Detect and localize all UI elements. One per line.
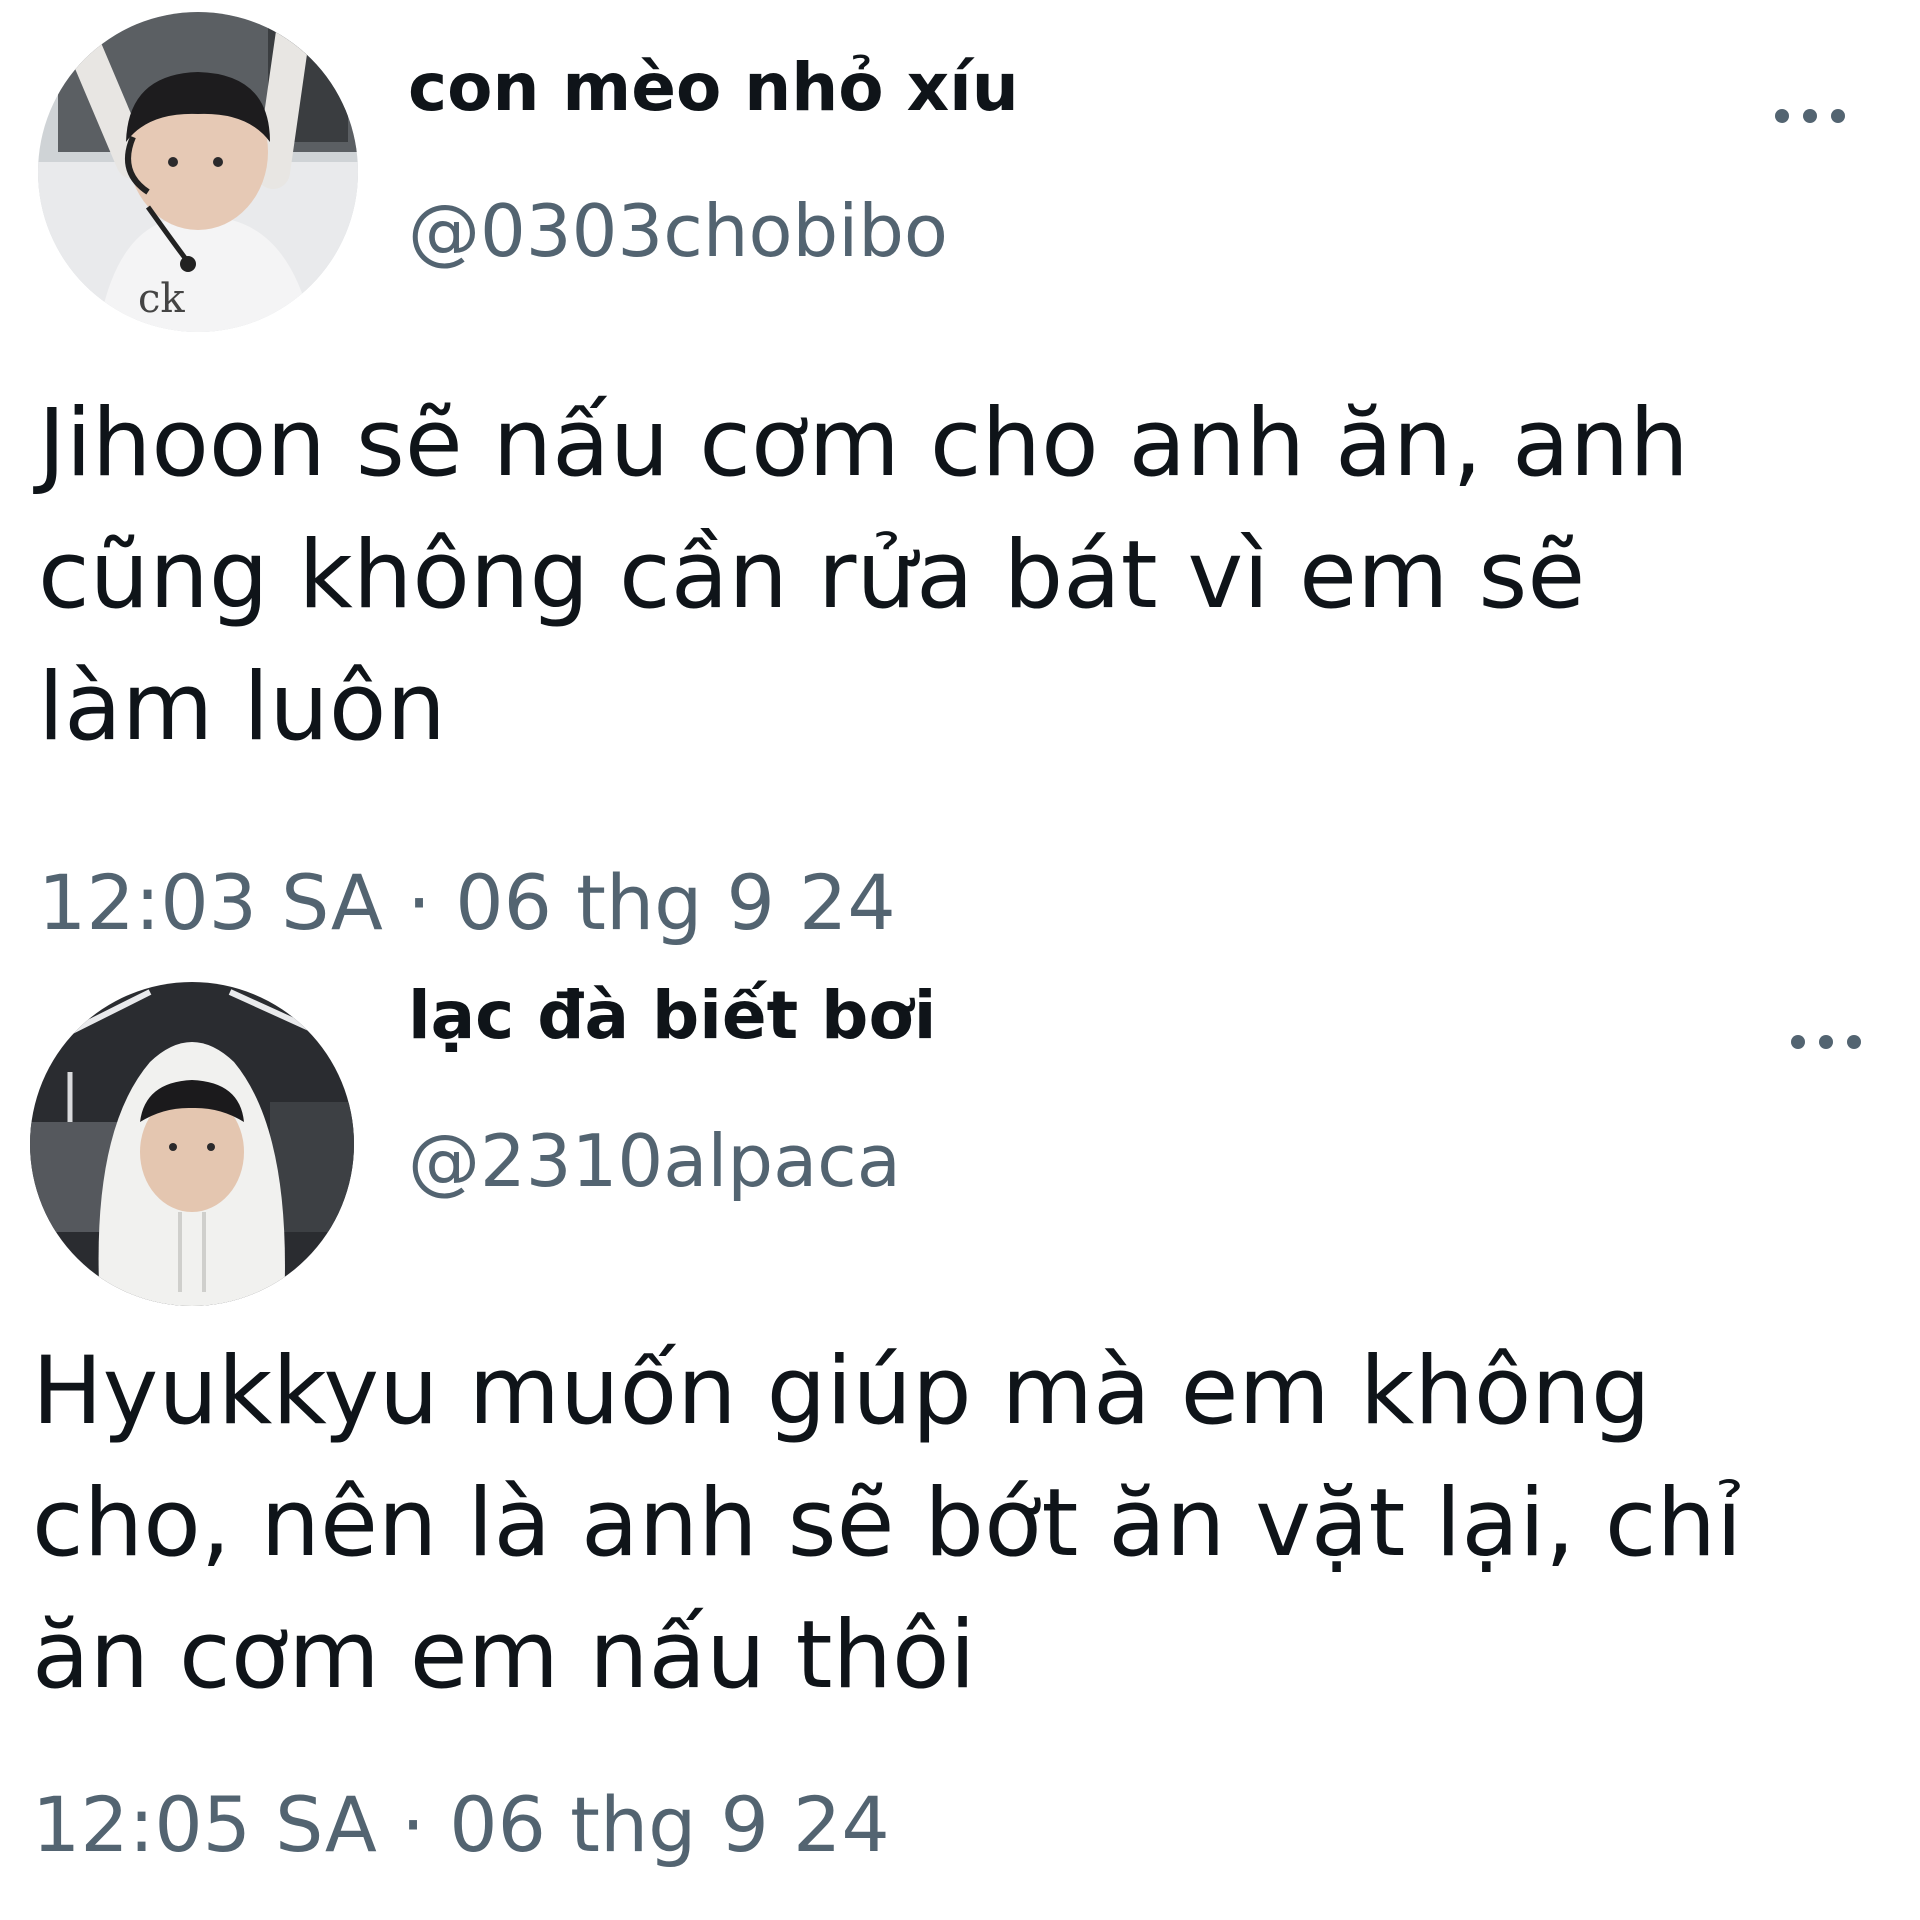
tweet[interactable]: lạc đà biết bơi @2310alpaca Hyukkyu muốn… bbox=[0, 960, 1920, 1920]
display-name[interactable]: lạc đà biết bơi bbox=[408, 976, 936, 1056]
tweet[interactable]: ck con mèo nhỏ xíu @0303chobibo Jihoon s… bbox=[0, 0, 1920, 960]
tweet-timestamp[interactable]: 12:05 SA · 06 thg 9 24 bbox=[32, 1780, 890, 1870]
avatar[interactable] bbox=[30, 982, 354, 1306]
tweet-text: Jihoon sẽ nấu cơm cho anh ăn, anh cũng k… bbox=[38, 389, 1689, 762]
user-handle[interactable]: @2310alpaca bbox=[408, 1118, 901, 1204]
svg-text:ck: ck bbox=[138, 276, 185, 322]
more-horizontal-icon bbox=[1775, 109, 1845, 123]
avatar[interactable]: ck bbox=[38, 12, 358, 332]
more-options-button[interactable] bbox=[1760, 86, 1860, 146]
tweet-text: Hyukkyu muốn giúp mà em không cho, nên l… bbox=[32, 1337, 1743, 1710]
tweet-timestamp[interactable]: 12:03 SA · 06 thg 9 24 bbox=[38, 858, 896, 948]
avatar-photo bbox=[30, 982, 354, 1306]
more-horizontal-icon bbox=[1791, 1035, 1861, 1049]
avatar-photo: ck bbox=[38, 12, 358, 332]
more-options-button[interactable] bbox=[1776, 1012, 1876, 1072]
user-handle[interactable]: @0303chobibo bbox=[408, 188, 948, 274]
display-name[interactable]: con mèo nhỏ xíu bbox=[408, 48, 1019, 128]
